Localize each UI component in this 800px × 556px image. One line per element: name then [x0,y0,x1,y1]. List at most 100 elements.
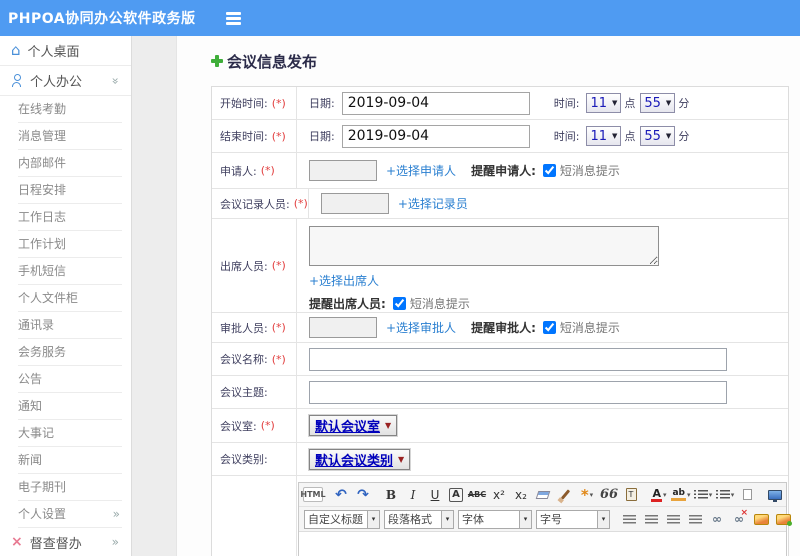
sidebar-sub-item-label: 会务服务 [18,345,67,359]
end-hour-select[interactable]: 11 ▼ [586,126,622,146]
insert-image-button[interactable] [751,510,771,528]
meeting-category-select[interactable]: 默认会议类别 ▼ [309,448,411,470]
align-center-icon [644,514,658,524]
image-add-icon [775,513,792,526]
applicant-sms-checkbox[interactable] [542,164,556,177]
sidebar-item-supervision[interactable]: × 督查督办 » [0,528,131,556]
bold-button[interactable]: B [381,486,401,504]
applicant-input[interactable] [309,160,377,181]
sms-hint-label: 短消息提示 [409,297,470,311]
redo-button[interactable]: ↷ [353,486,373,504]
end-minute-select[interactable]: 55 ▼ [640,126,676,146]
start-minute-select[interactable]: 55 ▼ [640,93,676,113]
sidebar-sub-item[interactable]: 公告 [18,366,122,393]
undo-button[interactable]: ↶ [331,486,351,504]
align-justify-button[interactable] [685,510,705,528]
format-brush-button[interactable] [555,486,575,504]
chevron-down-icon: » [108,76,123,85]
start-hour-select[interactable]: 11 ▼ [586,93,622,113]
sidebar-sub-item-label: 公告 [18,372,43,386]
underline-button[interactable]: U [425,486,445,504]
ordered-list-button[interactable]: ▾ [693,486,713,504]
sidebar-sub-list: 在线考勤消息管理 内部邮件 日程安排 工作日志 工作计划 手机短信 个人文件柜 通讯录会务服务… [0,96,131,501]
attendees-textarea[interactable] [309,226,659,266]
required-mark: (*) [271,129,286,143]
sidebar-sub-item[interactable]: 通讯录 [18,312,122,339]
select-recorder-link[interactable]: +选择记录员 [398,195,468,212]
html-source-button[interactable]: HTML [300,487,326,502]
sidebar-sub-item[interactable]: 消息管理 [18,123,122,150]
sidebar-item-label: 督查督办 [29,536,82,552]
recorder-input[interactable] [320,193,389,214]
dropdown-caret-icon: ▾ [687,490,691,499]
superscript-button[interactable]: x² [489,486,509,504]
align-left-button[interactable] [619,510,639,528]
sidebar-sub-item[interactable]: 个人文件柜 [18,285,122,312]
field-label: 会议类别: [220,453,268,466]
meeting-room-select[interactable]: 默认会议室 ▼ [309,415,398,436]
dropdown-arrow-icon: ▼ [665,132,672,140]
remove-link-button[interactable]: ∞ × [729,509,749,528]
new-page-button[interactable] [737,486,757,504]
font-color-button[interactable]: A ▾ [649,486,669,504]
fullscreen-button[interactable] [765,486,785,504]
app-window: PHPOA协同办公软件政务版 ⌂ 个人桌面 个人办公 » 在线考勤 消息管理 内部邮… [0,0,800,556]
editor-content-area[interactable] [299,531,786,556]
end-date-input[interactable] [341,124,530,148]
page-icon [742,489,752,500]
upload-image-button[interactable] [773,510,793,528]
eraser-button[interactable] [533,486,553,504]
font-size-select[interactable]: 字号 ▾ [536,509,610,529]
required-mark: (*) [271,96,286,110]
approver-sms-checkbox[interactable] [542,321,556,334]
attendees-sms-checkbox[interactable] [392,297,406,310]
approver-input[interactable] [309,317,377,338]
italic-button[interactable]: I [403,486,423,504]
select-attendees-link[interactable]: +选择出席人 [309,274,379,288]
align-right-button[interactable] [663,510,683,528]
highlight-color-button[interactable]: ab ▾ [671,486,691,504]
align-center-button[interactable] [641,510,661,528]
heading-select[interactable]: 自定义标题 ▾ [304,509,380,529]
font-family-select[interactable]: 字体 ▾ [458,509,532,529]
font-style-button[interactable]: A [449,487,463,502]
sidebar-sub-item[interactable]: 在线考勤 [18,96,122,123]
sidebar-sub-item[interactable]: 大事记 [18,420,122,447]
sidebar-sub-item-label: 大事记 [18,426,55,440]
sidebar-sub-item[interactable]: 会务服务 [18,339,122,366]
dropdown-arrow-icon: ▼ [611,99,618,107]
select-approver-link[interactable]: +选择审批人 [386,319,456,336]
meeting-topic-input[interactable] [309,380,727,404]
quick-format-button[interactable]: ▾ [577,486,597,504]
sidebar-sub-item[interactable]: 手机短信 [18,258,122,285]
field-label: 审批人员: [220,321,268,335]
chevron-right-icon: » [111,535,119,549]
sidebar-sub-item[interactable]: 工作计划 [18,231,122,258]
sidebar-item-personal-settings[interactable]: 个人设置 » [18,501,122,528]
meeting-name-input[interactable] [309,347,727,371]
blockquote-button[interactable]: 66 [599,486,619,504]
sidebar-sub-item[interactable]: 工作日志 [18,204,122,231]
start-date-input[interactable] [341,91,530,115]
select-applicant-link[interactable]: +选择申请人 [386,162,456,179]
insert-media-button[interactable] [795,510,800,528]
unordered-list-button[interactable]: ▾ [715,486,735,504]
end-time-row: 结束时间:(*) 日期: 时间: 11▼ 点 55▼ 分 [212,120,788,153]
sidebar-sub-item[interactable]: 日程安排 [18,177,122,204]
sidebar-sub-item[interactable]: 内部邮件 [18,150,122,177]
paste-button[interactable]: T [621,486,641,504]
sidebar-sub-item-label: 在线考勤 [18,102,67,116]
subscript-button[interactable]: x₂ [511,486,531,504]
sidebar-sub-item[interactable]: 新闻 [18,447,122,474]
paragraph-format-select[interactable]: 段落格式 ▾ [384,509,454,529]
strikethrough-button[interactable]: ABC [467,486,487,504]
insert-link-button[interactable]: ∞ [707,510,727,528]
sidebar-sub-item[interactable]: 电子期刊 [18,474,122,501]
sidebar-sub-item[interactable]: 通知 [18,393,122,420]
sidebar-item-personal-desktop[interactable]: ⌂ 个人桌面 [0,36,131,66]
menu-toggle-icon[interactable] [222,8,245,29]
clipboard-icon: T [625,488,637,501]
add-icon [211,55,223,67]
sidebar-item-personal-office[interactable]: 个人办公 » [0,66,131,96]
monitor-icon [768,489,782,502]
